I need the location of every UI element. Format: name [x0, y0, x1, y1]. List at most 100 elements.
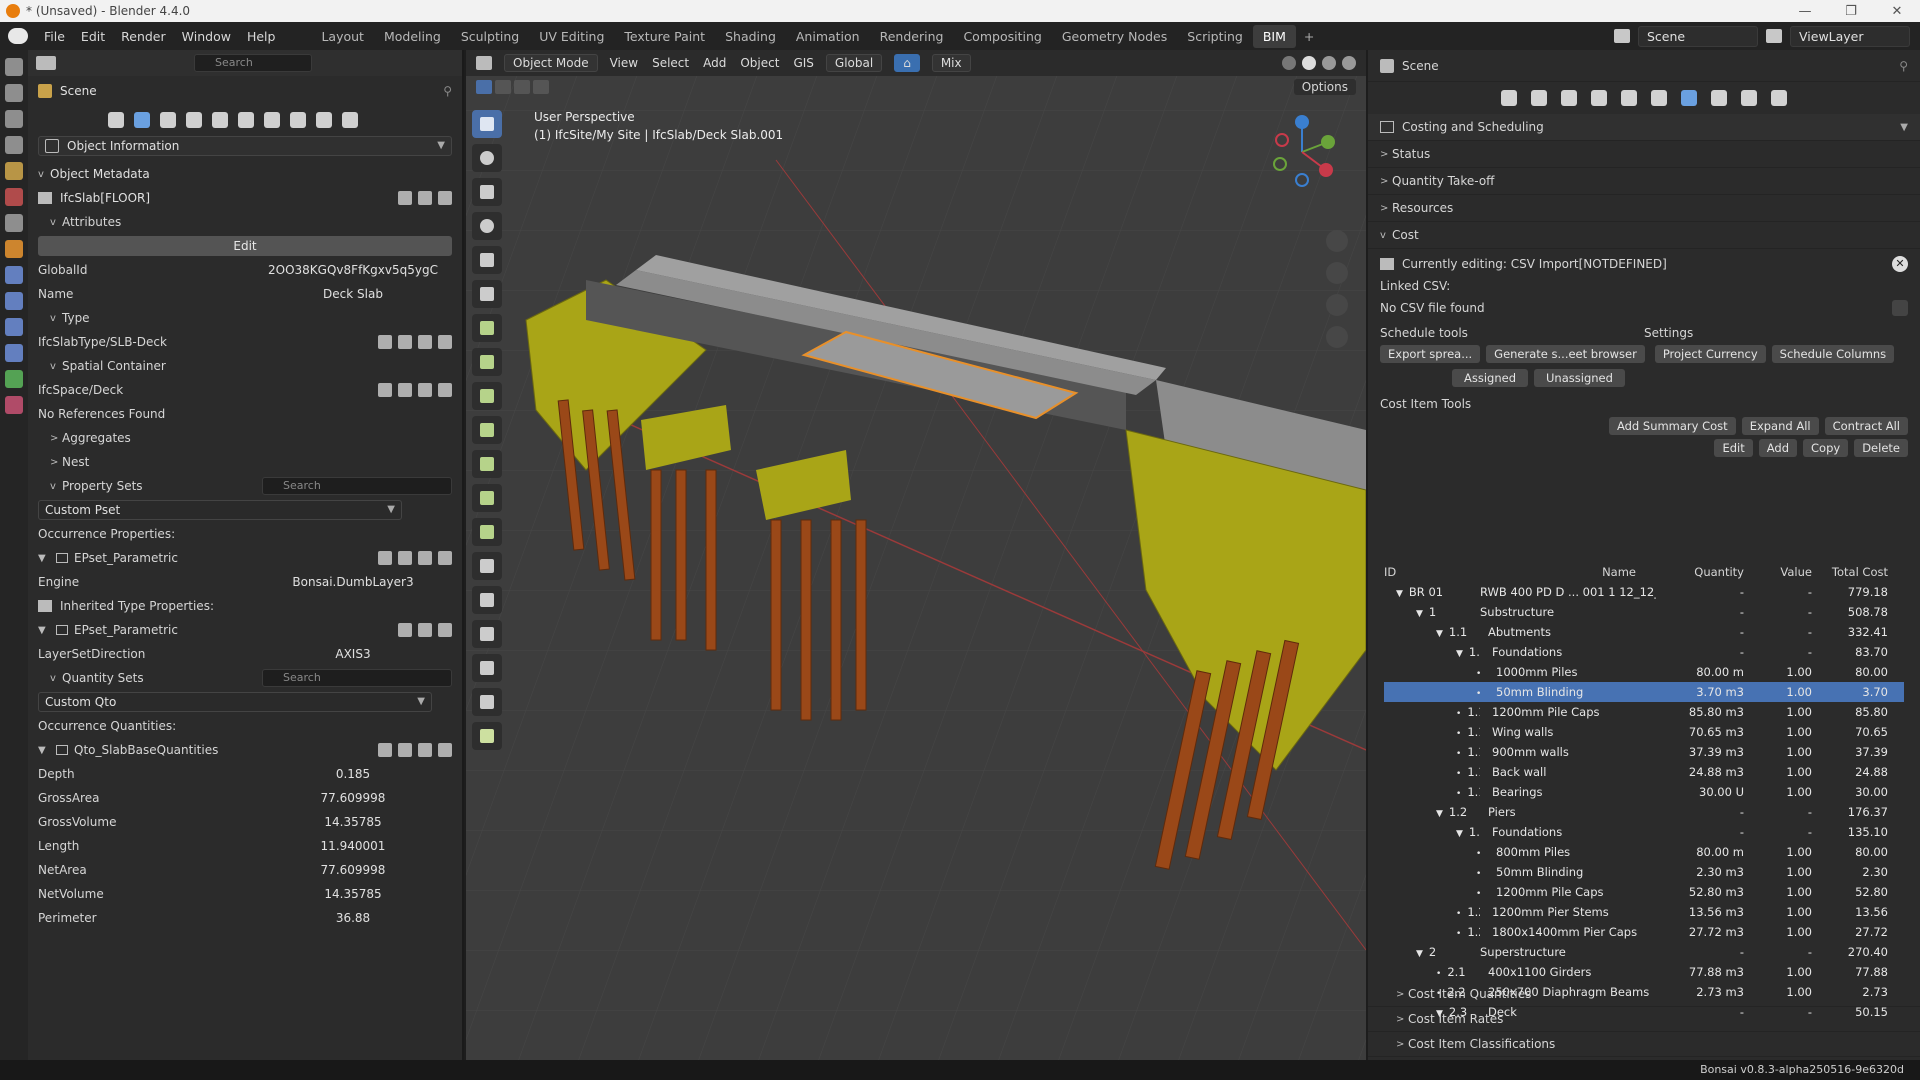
table-row[interactable]: • 1.1.2 1200mm Pile Caps 85.80 m3 1.00 85.80: [1384, 702, 1904, 722]
measure-tool[interactable]: [472, 654, 502, 682]
menu-item-render[interactable]: Render: [113, 29, 174, 44]
editor-type-icon[interactable]: [476, 56, 492, 70]
select-icon[interactable]: [378, 335, 392, 349]
viewport-menu-add[interactable]: Add: [703, 56, 726, 70]
structural-tab-icon[interactable]: [1651, 90, 1667, 106]
bim-window-tool[interactable]: [472, 416, 502, 444]
select-box-tool[interactable]: [472, 110, 502, 138]
edit-button[interactable]: Edit: [1714, 439, 1753, 457]
table-row[interactable]: • 1.2.3 1800x1400mm Pier Caps 27.72 m3 1.00 2…: [1384, 922, 1904, 942]
add-cube-tool[interactable]: [472, 722, 502, 750]
tab-compositing[interactable]: Compositing: [953, 25, 1051, 48]
facility-tab-icon[interactable]: [290, 112, 306, 128]
expand-all-button[interactable]: Expand All: [1741, 417, 1819, 435]
move-tool[interactable]: [472, 178, 502, 206]
custom-pset-dropdown[interactable]: Custom Pset ▼: [38, 500, 402, 520]
minimize-icon[interactable]: —: [1782, 4, 1828, 19]
section-cost-item-quantities[interactable]: > Cost Item Quantities: [1368, 982, 1920, 1007]
table-row[interactable]: ▼ 1 Substructure - -508.78: [1384, 602, 1904, 622]
pset-search-input[interactable]: Search: [262, 477, 452, 495]
table-row[interactable]: •1.1.... 1000mm Piles 80.00 m 1.00 80.00: [1384, 662, 1904, 682]
close-icon[interactable]: ✕: [1892, 256, 1908, 272]
nest-header[interactable]: > Nest: [28, 450, 462, 474]
properties-search[interactable]: Search: [194, 54, 312, 72]
pan-hand-icon[interactable]: [1326, 262, 1348, 284]
zoom-icon[interactable]: [1326, 230, 1348, 252]
bim-beam-tool[interactable]: [472, 484, 502, 512]
edit-icon[interactable]: [418, 335, 432, 349]
services-tab-icon[interactable]: [212, 112, 228, 128]
rotate-tool[interactable]: [472, 212, 502, 240]
quantity-sets-header[interactable]: v Quantity Sets Search: [28, 666, 462, 690]
tab-rendering[interactable]: Rendering: [870, 25, 954, 48]
table-row[interactable]: • 1.1.3 Wing walls 70.65 m3 1.00 70.65: [1384, 722, 1904, 742]
scale-tool[interactable]: [472, 246, 502, 274]
drawings-tab-icon[interactable]: [186, 112, 202, 128]
section-resources[interactable]: > Resources: [1368, 195, 1920, 222]
select-subtract-icon[interactable]: [514, 80, 530, 94]
attributes-header[interactable]: v Attributes: [28, 210, 462, 234]
chart-icon[interactable]: [418, 623, 432, 637]
object-icon[interactable]: [5, 240, 23, 258]
scheduling-tab-icon[interactable]: [1681, 90, 1697, 106]
type-header[interactable]: v Type: [28, 306, 462, 330]
blender-menu-icon[interactable]: [8, 28, 28, 44]
modifier-icon[interactable]: [5, 266, 23, 284]
section-cost-item-classifications[interactable]: > Cost Item Classifications: [1368, 1032, 1920, 1057]
edit-icon[interactable]: [418, 383, 432, 397]
table-row[interactable]: • 1.2.2 1200mm Pier Stems 13.56 m3 1.00 13.56: [1384, 902, 1904, 922]
material-icon[interactable]: [5, 396, 23, 414]
editor-type-icon[interactable]: [36, 56, 56, 70]
tab-modeling[interactable]: Modeling: [374, 25, 451, 48]
schedule-columns-button[interactable]: Schedule Columns: [1771, 345, 1895, 363]
section-quantity-take-off[interactable]: > Quantity Take-off: [1368, 168, 1920, 195]
navigation-gizmo[interactable]: [1262, 112, 1342, 192]
property-sets-header[interactable]: v Property Sets Search: [28, 474, 462, 498]
edit-icon[interactable]: [378, 743, 392, 757]
table-row[interactable]: •1.1.... 50mm Blinding 3.70 m3 1.00 3.70: [1384, 682, 1904, 702]
table-row[interactable]: • 2.1 400x1100 Girders 77.88 m3 1.00 77.88: [1384, 962, 1904, 982]
world-icon[interactable]: [5, 188, 23, 206]
viewport-menu-object[interactable]: Object: [740, 56, 779, 70]
pin-icon[interactable]: ⚲: [1899, 59, 1908, 73]
triangle-down-icon[interactable]: ▼: [1416, 609, 1423, 619]
close-icon[interactable]: [438, 551, 452, 565]
scene-props-icon[interactable]: [5, 162, 23, 180]
add-workspace-icon[interactable]: +: [1304, 29, 1314, 44]
tab-sculpting[interactable]: Sculpting: [451, 25, 529, 48]
object-metadata-header[interactable]: v Object Metadata: [28, 162, 462, 186]
tool-icon[interactable]: [5, 58, 23, 76]
select-icon[interactable]: [378, 383, 392, 397]
render-icon[interactable]: [5, 84, 23, 102]
grid-toggle-icon[interactable]: [1326, 326, 1348, 348]
render-shading-icon[interactable]: [1342, 56, 1356, 70]
transform-tool[interactable]: [472, 280, 502, 308]
tab-scripting[interactable]: Scripting: [1177, 25, 1253, 48]
select-new-icon[interactable]: [476, 80, 492, 94]
mix-selector[interactable]: Mix: [931, 54, 971, 72]
table-row[interactable]: ▼ 1.1.1 Foundations - - 83.70: [1384, 642, 1904, 662]
qto-search-input[interactable]: Search: [262, 669, 452, 687]
drawings-tab-icon[interactable]: [1591, 90, 1607, 106]
triangle-down-icon[interactable]: ▼: [1396, 589, 1403, 599]
bim-column-tool[interactable]: [472, 450, 502, 478]
select-invert-icon[interactable]: [533, 80, 549, 94]
add-button[interactable]: Add: [1758, 439, 1798, 457]
edit-icon[interactable]: [378, 551, 392, 565]
options-button[interactable]: Options: [1293, 79, 1356, 95]
table-row[interactable]: • 1.1.6 Bearings 30.00 U 1.00 30.00: [1384, 782, 1904, 802]
view-layer-icon[interactable]: [5, 136, 23, 154]
cursor-icon[interactable]: [398, 335, 412, 349]
triangle-down-icon[interactable]: ▼: [1456, 649, 1463, 659]
generate-sheet-button[interactable]: Generate s...eet browser: [1486, 345, 1645, 363]
viewport-menu-view[interactable]: View: [610, 56, 638, 70]
menu-item-help[interactable]: Help: [239, 29, 284, 44]
tab-layout[interactable]: Layout: [311, 25, 374, 48]
quality-tab-icon[interactable]: [1741, 90, 1757, 106]
geometry-tab-icon[interactable]: [1561, 90, 1577, 106]
chart-icon[interactable]: [398, 551, 412, 565]
triangle-down-icon[interactable]: ▼: [1416, 949, 1423, 959]
view-layer-selector[interactable]: ViewLayer: [1790, 25, 1910, 47]
geometry-tab-icon[interactable]: [160, 112, 176, 128]
menu-item-window[interactable]: Window: [174, 29, 239, 44]
